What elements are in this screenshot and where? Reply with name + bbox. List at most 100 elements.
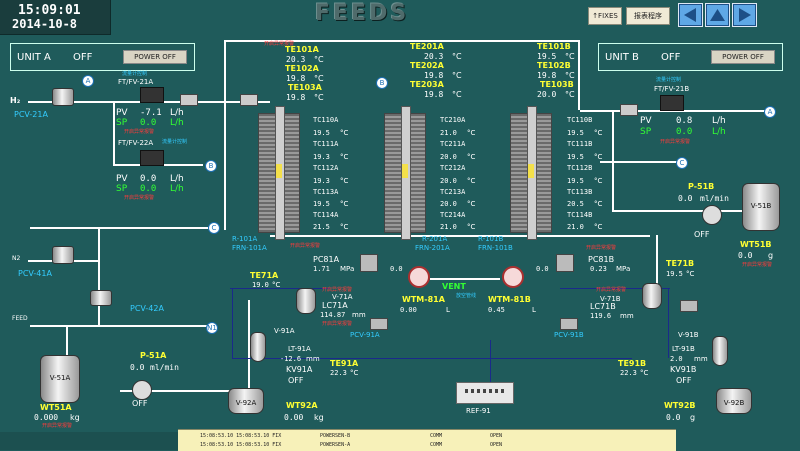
wt92a-unit: kg [314,413,324,422]
v-51b-tank[interactable]: V-51B [742,183,780,231]
level-marker [402,164,408,178]
tc211a-value: 20.0 [440,153,457,161]
te71b-value: 19.5 [666,270,683,278]
feed-label: FEED [12,315,28,322]
te102b-label: TE102B [537,61,571,70]
pcv81a-valve[interactable] [360,254,378,272]
v-91b-vessel[interactable] [712,336,728,366]
te103a-label: TE103A [288,83,322,92]
alarm-summary[interactable]: 15:08:53.10 15:08:53.10 FIX POWERSEN-B C… [178,429,676,451]
te201a-value: 20.3 [424,52,444,61]
ftfv-21a-alarm: 开启异常报警 [124,129,155,135]
fixes-button[interactable]: ↑FIXES [588,7,622,25]
pcv-41a-regulator[interactable] [52,246,74,264]
tc111a-label: TC111A [313,140,339,148]
tc113a-value: 19.5 [313,200,330,208]
nav-next-button[interactable] [732,3,757,27]
ftfv-21a-meter[interactable] [140,87,164,103]
v-71a-vessel[interactable] [296,288,316,314]
te71a-label: TE71A [250,271,279,280]
reactor-r101b-column[interactable] [510,106,552,240]
alarm-source: POWERSEN-A [320,442,351,448]
pv-22a-value: 0.0 [140,174,157,184]
wtm81b-label: WTM-81B [488,295,531,304]
sp-21a-value: 0.0 [140,118,157,128]
valve-21a-2[interactable] [240,94,258,106]
te203a-unit: °C [452,90,462,99]
te202a-label: TE202A [410,61,444,70]
tc113b-value: 20.5 [567,200,584,208]
sp-21b-value: 0.0 [676,127,693,137]
reactor-r201a-column[interactable] [384,106,426,240]
p51b-value: 0.0 [678,194,693,203]
ftfv-21b-label: FT/FV-21B [654,85,690,93]
v-91a-vessel[interactable] [250,332,266,362]
vent-cn-label: 放空管线 [456,293,477,299]
lt91a-value: -12.6 [280,355,302,363]
tag-a-left: A [82,75,94,87]
tag-n1: N1 [206,322,218,334]
tc113a-unit: °C [340,200,349,208]
tc212a-label: TC212A [440,164,466,172]
r101a-label: R-101A [232,235,258,243]
tc112a-unit: °C [340,177,349,185]
tc114a-value: 21.5 [313,223,330,231]
valve-21b[interactable] [620,104,638,116]
valve-21a[interactable] [180,94,198,106]
v-51a-tank[interactable]: V-51A [40,355,80,403]
v-92a-tank[interactable]: V-92A [228,388,264,414]
te101b-unit: °C [565,52,575,61]
pv-21a-unit: L/h [170,108,184,118]
nav-up-button[interactable] [705,3,730,27]
wt92b-value: 0.0 [666,413,681,422]
v-71b-vessel[interactable] [642,283,662,309]
wtm81a-gauge[interactable] [408,266,430,288]
ftfv-22a-meter[interactable] [140,150,164,166]
sp-21b-unit: L/h [712,127,726,137]
alarm-row[interactable]: 15:08:53.10 15:08:53.10 FIX POWERSEN-B C… [178,431,676,440]
alarm-state: OPEN [490,442,503,448]
p51b-pump[interactable] [702,205,722,225]
valve-pcv91b[interactable] [560,318,578,330]
pcv-42a-regulator[interactable] [90,290,112,306]
ftfv-21a-label: FT/FV-21A [118,78,154,86]
arrow-right-icon [739,8,751,22]
v-92a-label: V-92A [235,398,257,407]
tag-c-right: C [676,157,688,169]
valve-91a[interactable] [370,318,388,330]
arrow-up-icon [710,9,725,21]
alarm-source: POWERSEN-B [320,433,351,439]
ftfv-21b-alarm: 开启异常报警 [660,139,691,145]
lc71b-value: 119.6 [590,312,612,320]
wtm81a-value: 0.00 [400,306,417,314]
report-program-button[interactable]: 报表程序 [626,7,670,25]
unit-b-power-button[interactable]: POWER OFF [711,50,775,64]
signal-line [668,288,669,358]
wtm81b-gauge[interactable] [502,266,524,288]
v-92b-tank[interactable]: V-92B [716,388,752,414]
arrow-left-icon [684,8,696,22]
v-92b-label: V-92B [723,398,745,407]
valve-91b[interactable] [680,300,698,312]
level-marker [276,164,282,178]
pcv91a-label: PCV-91A [350,331,380,339]
wtm81a-unit: L [446,306,450,314]
pcv81b-valve[interactable] [556,254,574,272]
frn101a-label: FRN-101A [232,244,267,252]
p51a-pump[interactable] [132,380,152,400]
pcv-21a-regulator[interactable] [52,88,74,106]
reactor-r101a-column[interactable] [258,106,300,240]
tc110b-unit: °C [594,129,603,137]
pipe-right-drop [612,110,614,210]
ref-91-vent-icon [465,389,505,393]
nav-prev-button[interactable] [678,3,703,27]
ref-91-unit[interactable] [456,382,514,404]
sp-21b-label: SP [640,127,652,137]
te102b-value: 19.8 [537,71,557,80]
ftfv-21b-meter[interactable] [660,95,684,111]
alarm-row[interactable]: 15:08:53.10 15:08:53.10 FIX POWERSEN-A C… [178,440,676,449]
lc71a-warn: 开启异常报警 [322,321,353,327]
te101b-label: TE101B [537,42,571,51]
unit-a-power-button[interactable]: POWER OFF [123,50,187,64]
te103a-value: 19.8 [286,93,306,102]
